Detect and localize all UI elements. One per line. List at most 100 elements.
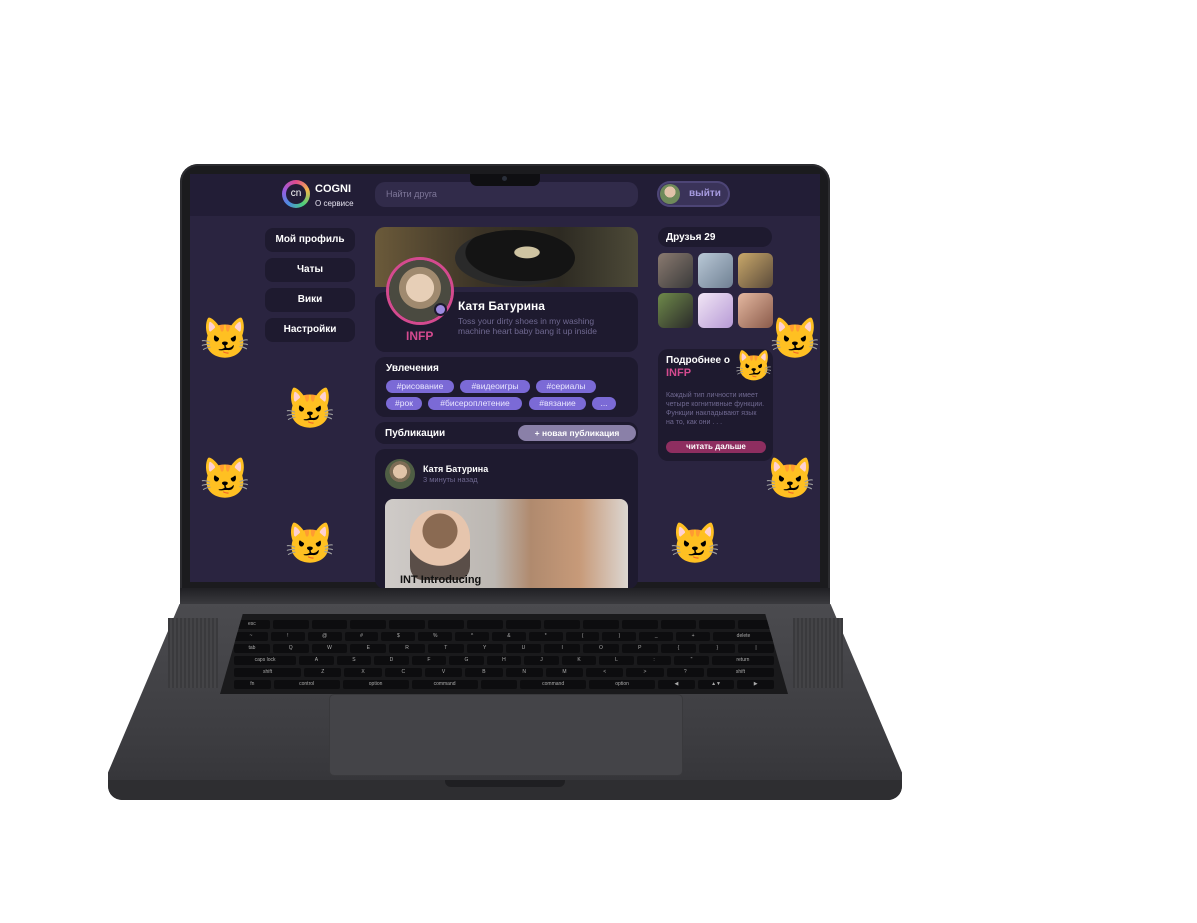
keyboard-key: return [711,656,774,665]
keyboard-key: T [427,644,464,653]
keyboard-key [621,620,658,629]
keyboard-row: esc [234,620,774,629]
keyboard-key: " [674,656,709,665]
keyboard-key: command [411,680,478,689]
keyboard-key: ◀ [658,680,695,689]
keyboard-key [272,620,309,629]
keyboard-key [505,620,542,629]
more-tags-button[interactable]: ... [592,397,616,410]
keyboard-key [466,620,503,629]
keyboard-key: O [583,644,619,653]
keyboard-key: _ [639,632,674,641]
post-image-subject [410,510,470,580]
friend-avatar[interactable] [658,253,693,288]
friends-count[interactable]: Друзья 29 [666,232,715,243]
hobby-tag[interactable]: #видеоигры [460,380,530,393]
cat-pattern-icon: 😼 [765,457,815,501]
nav-my-profile[interactable]: Мой профиль [265,228,355,252]
vinyl-record-image [455,230,575,286]
hobby-tag[interactable]: #рисование [386,380,454,393]
keyboard-key [350,620,387,629]
read-more-button[interactable]: читать дальше [666,441,766,453]
keyboard-key: ~ [234,632,268,641]
keyboard-key: A [299,656,334,665]
keyboard-key: K [561,656,597,665]
keyboard-key: | [738,644,774,653]
keyboard-key: option [342,680,409,689]
keyboard-key: X [344,668,382,677]
laptop-front-notch [445,780,565,787]
keyboard-key [480,680,518,689]
speaker-grille-left [168,618,218,688]
online-status-dot [436,305,445,314]
about-type-name: INFP [666,367,692,379]
keyboard-key: M [545,668,584,677]
logout-label[interactable]: выйти [689,188,721,199]
keyboard-key: S [336,656,372,665]
friend-avatar[interactable] [658,293,693,328]
keyboard-key: D [374,656,409,665]
cat-pattern-icon: 😼 [285,522,335,566]
brand-name[interactable]: COGNI [315,183,351,195]
new-publication-button[interactable]: + новая публикация [518,425,636,441]
keyboard-key: > [626,668,664,677]
keyboard-key: B [465,668,503,677]
keyboard-key: N [505,668,543,677]
nav-wiki[interactable]: Вики [265,288,355,312]
keyboard-key [427,620,464,629]
keyboard-key: U [505,644,542,653]
keyboard-key: caps lock [234,656,297,665]
keyboard-row: shift Z X C V B N M < >? shift [233,668,775,677]
profile-name: Катя Батурина [458,299,545,313]
hobbies-title: Увлечения [386,363,439,374]
keyboard-key [311,620,348,629]
keyboard-row: ~! @ # $% ^ & *() _ + delete [234,632,774,641]
keyboard-row: caps lock A S D F G H J K L: " return [234,656,774,665]
post-author-name[interactable]: Катя Батурина [423,464,488,474]
user-avatar [660,184,680,204]
post-image-caption: INT Introducing [400,574,482,586]
keyboard-key: control [273,680,340,689]
keyboard-key: & [491,632,526,641]
camera-icon [502,176,507,181]
keyboard-key [389,620,425,629]
cat-pattern-icon: 😼 [670,522,720,566]
hobby-tag[interactable]: #бисероплетение [428,397,522,410]
keyboard-key: delete [713,632,774,641]
laptop-hinge [180,588,830,604]
keyboard-key: G [449,656,484,665]
keyboard-key: C [384,668,422,677]
keyboard-key: L [599,656,634,665]
keyboard-key: shift [706,668,775,677]
trackpad [330,695,682,775]
nav-settings[interactable]: Настройки [265,318,355,342]
keyboard-key: Z [304,668,342,677]
keyboard-key: ) [602,632,637,641]
keyboard-key: Y [466,644,503,653]
keyboard-key: @ [307,632,342,641]
keyboard-key [544,620,581,629]
keyboard-key: V [424,668,463,677]
about-link[interactable]: О сервисе [315,199,354,208]
keyboard-key: H [486,656,522,665]
keyboard-key: tab [234,644,270,653]
keyboard-key: % [418,632,453,641]
friend-avatar[interactable] [698,293,733,328]
cat-pattern-icon: 😼 [200,457,250,501]
keyboard-key [583,620,619,629]
hobby-tag[interactable]: #вязание [529,397,586,410]
profile-bio: Toss your dirty shoes in my washing mach… [458,316,597,336]
post-author-avatar[interactable] [385,459,415,489]
friend-avatar[interactable] [738,293,773,328]
keyboard-row: fn control option command command option ◀ ▲▼ ▶ [234,680,774,689]
hobby-tag[interactable]: #рок [386,397,422,410]
speaker-grille-right [793,618,843,688]
hobby-tag[interactable]: #сериалы [536,380,596,393]
keyboard-key: ▲▼ [697,680,735,689]
personality-type-badge[interactable]: INFP [406,329,433,343]
nav-chats[interactable]: Чаты [265,258,355,282]
keyboard-key: shift [233,668,302,677]
friend-avatar[interactable] [698,253,733,288]
logo-text: cn [286,184,306,204]
friend-avatar[interactable] [738,253,773,288]
